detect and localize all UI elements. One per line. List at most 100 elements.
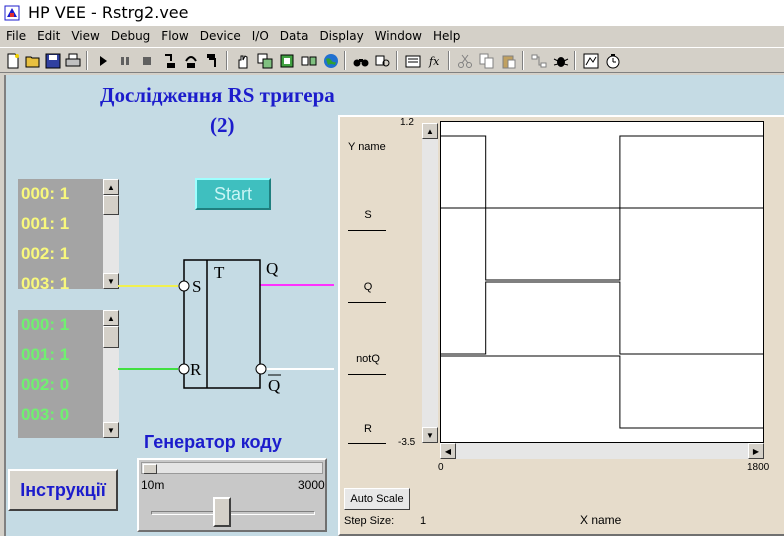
list-item: 000: 1: [21, 184, 70, 203]
s-input-pin: [178, 280, 190, 292]
scroll-up-button[interactable]: ▲: [103, 310, 119, 326]
list-item: 002: 0: [21, 375, 70, 394]
list-item: 003: 0: [21, 405, 70, 424]
trace-q: [441, 207, 763, 281]
save-icon[interactable]: [44, 52, 62, 70]
menu-flow[interactable]: Flow: [157, 29, 195, 43]
nq-label: Q: [268, 376, 280, 395]
x-min-label: 0: [438, 462, 444, 473]
menu-file[interactable]: File: [2, 29, 33, 43]
function-icon[interactable]: fx: [426, 52, 444, 70]
r-label: R: [190, 360, 202, 379]
start-button[interactable]: Start: [195, 178, 271, 210]
menu-view[interactable]: View: [67, 29, 106, 43]
r-data-list[interactable]: 000: 1 001: 1 002: 0 003: 0 004: 0: [18, 310, 103, 438]
graph-vertical-scrollbar[interactable]: ▲ ▼: [422, 123, 438, 443]
generator-slider-panel: 10m 3000: [137, 458, 327, 532]
mini-scroll-thumb[interactable]: [143, 464, 157, 474]
toolbar-separator: [226, 51, 228, 70]
slider-min-label: 10m: [141, 478, 165, 492]
r-list-scrollbar[interactable]: ▲ ▼: [103, 310, 119, 438]
menu-data[interactable]: Data: [276, 29, 316, 43]
trace-s: [441, 135, 763, 209]
step-size-value: 1: [420, 515, 427, 527]
trace-r: [441, 355, 763, 429]
binoculars-icon[interactable]: [352, 52, 370, 70]
instructions-button[interactable]: Інструкції: [8, 469, 118, 511]
menu-device[interactable]: Device: [196, 29, 248, 43]
properties-icon[interactable]: [404, 52, 422, 70]
s-data-list[interactable]: 000: 1 001: 1 002: 1 003: 1: [18, 179, 103, 289]
t-label: T: [214, 263, 225, 282]
menu-debug[interactable]: Debug: [107, 29, 157, 43]
hand-icon[interactable]: [234, 52, 252, 70]
clone-icon[interactable]: [256, 52, 274, 70]
auto-scale-button[interactable]: Auto Scale: [344, 488, 410, 510]
x-name-label: X name: [580, 513, 622, 527]
trace-line-q: [348, 302, 386, 303]
cut-icon[interactable]: [456, 52, 474, 70]
unlink-icon[interactable]: [300, 52, 318, 70]
scroll-thumb[interactable]: [103, 195, 119, 215]
stop-icon[interactable]: [138, 52, 156, 70]
panel-view-icon[interactable]: [582, 52, 600, 70]
menu-help[interactable]: Help: [429, 29, 467, 43]
print-icon[interactable]: [64, 52, 82, 70]
line-probe-icon[interactable]: [530, 52, 548, 70]
trace-line-notq: [348, 374, 386, 375]
step-into-icon[interactable]: [160, 52, 178, 70]
globe-icon[interactable]: [322, 52, 340, 70]
debug-icon[interactable]: [552, 52, 570, 70]
trace-label-q: Q: [363, 281, 373, 293]
waveform-display: 1.2 -3.5 Y name S Q notQ R ▲ ▼ ◀ ▶ 0 180…: [338, 115, 784, 536]
run-icon[interactable]: [94, 52, 112, 70]
step-over-icon[interactable]: [182, 52, 200, 70]
trace-line-s: [348, 230, 386, 231]
scroll-right-button[interactable]: ▶: [748, 443, 764, 459]
r-input-pin: [178, 363, 190, 375]
trace-line-r: [348, 443, 386, 444]
pause-icon[interactable]: [116, 52, 134, 70]
toolbar-separator: [86, 51, 88, 70]
open-icon[interactable]: [24, 52, 42, 70]
page-subtitle: (2): [210, 113, 235, 137]
s-list-scrollbar[interactable]: ▲ ▼: [103, 179, 119, 289]
q-label: Q: [266, 259, 278, 278]
slider-knob[interactable]: [213, 497, 231, 527]
plot-area[interactable]: [440, 121, 764, 443]
nq-output-pin: [255, 363, 267, 375]
scroll-down-button[interactable]: ▼: [422, 427, 438, 443]
scroll-up-button[interactable]: ▲: [422, 123, 438, 139]
list-item: 004: 0: [18, 430, 103, 438]
scroll-up-button[interactable]: ▲: [103, 179, 119, 195]
menu-edit[interactable]: Edit: [33, 29, 67, 43]
new-icon[interactable]: [4, 52, 22, 70]
generator-title: Генератор коду: [144, 432, 282, 452]
toolbar-separator: [396, 51, 398, 70]
title-bar: HP VEE - Rstrg2.vee: [0, 0, 784, 26]
page-title: Дослідження RS тригера: [100, 83, 335, 107]
toolbar-separator: [448, 51, 450, 70]
step-out-icon[interactable]: [204, 52, 222, 70]
copy-icon[interactable]: [478, 52, 496, 70]
scroll-down-button[interactable]: ▼: [103, 422, 119, 438]
slider-track[interactable]: [151, 511, 315, 515]
list-item: 001: 1: [21, 214, 70, 233]
trace-label-notq: notQ: [356, 353, 380, 365]
menu-window[interactable]: Window: [371, 29, 429, 43]
timer-icon[interactable]: [604, 52, 622, 70]
menu-display[interactable]: Display: [315, 29, 370, 43]
create-ui-icon[interactable]: [278, 52, 296, 70]
scroll-down-button[interactable]: ▼: [103, 273, 119, 289]
trace-notq: [441, 281, 763, 355]
generator-mini-scrollbar[interactable]: [141, 462, 323, 474]
scroll-left-button[interactable]: ◀: [440, 443, 456, 459]
toolbar-separator: [344, 51, 346, 70]
paste-icon[interactable]: [500, 52, 518, 70]
scroll-thumb[interactable]: [103, 326, 119, 348]
find-icon[interactable]: [374, 52, 392, 70]
hp-vee-app-icon: [4, 5, 20, 21]
graph-horizontal-scrollbar[interactable]: ◀ ▶: [440, 443, 764, 459]
list-item: 000: 1: [21, 315, 70, 334]
menu-io[interactable]: I/O: [248, 29, 276, 43]
